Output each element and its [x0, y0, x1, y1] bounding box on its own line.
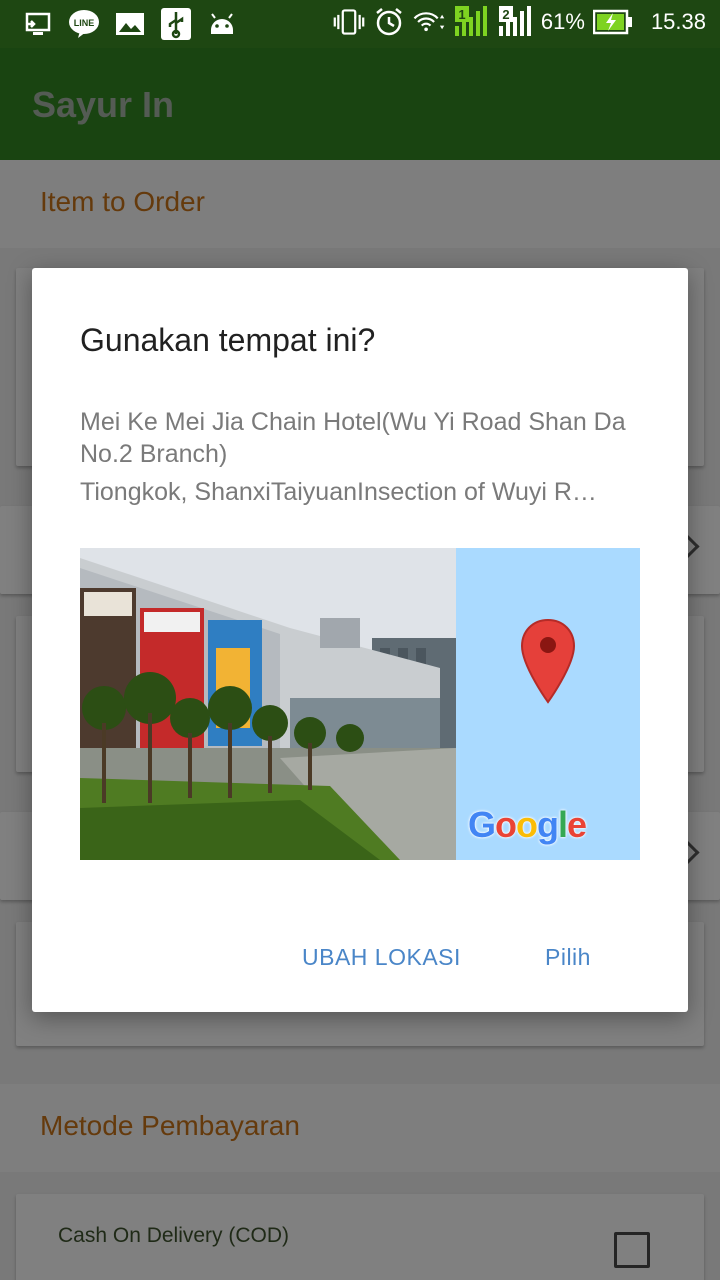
place-map[interactable]: Google [456, 548, 640, 860]
battery-percent: 61% [540, 9, 585, 34]
place-address: Tiongkok, ShanxiTaiyuanInsection of Wuyi… [80, 478, 597, 506]
usb-icon [160, 8, 192, 40]
image-icon [114, 8, 146, 40]
status-bar: LINE 1 2 61% 15.38 [0, 0, 720, 48]
vibrate-icon [333, 6, 365, 38]
place-name: Mei Ke Mei Jia Chain Hotel(Wu Yi Road Sh… [80, 408, 626, 468]
screen-cast-icon [22, 8, 54, 40]
battery-charging-icon [592, 6, 633, 38]
place-photo [80, 548, 456, 860]
dialog-title: Gunakan tempat ini? [80, 322, 376, 358]
svg-text:2: 2 [502, 7, 509, 22]
wifi-icon [413, 6, 445, 38]
signal-sim2-icon: 2 [497, 6, 533, 38]
change-location-button[interactable]: UBAH LOKASI [302, 944, 461, 971]
place-preview: Google [80, 548, 640, 860]
place-confirm-dialog: Gunakan tempat ini? Mei Ke Mei Jia Chain… [32, 268, 688, 1012]
map-pin-icon [520, 618, 576, 704]
svg-text:1: 1 [458, 7, 465, 22]
select-place-button[interactable]: Pilih [545, 944, 591, 971]
signal-sim1-icon: 1 [453, 6, 489, 38]
google-logo: Google [468, 804, 587, 845]
svg-text:LINE: LINE [74, 18, 95, 28]
android-icon [206, 8, 238, 40]
clock: 15.38 [650, 9, 706, 34]
line-app-icon: LINE [68, 8, 100, 40]
alarm-icon [373, 6, 405, 38]
